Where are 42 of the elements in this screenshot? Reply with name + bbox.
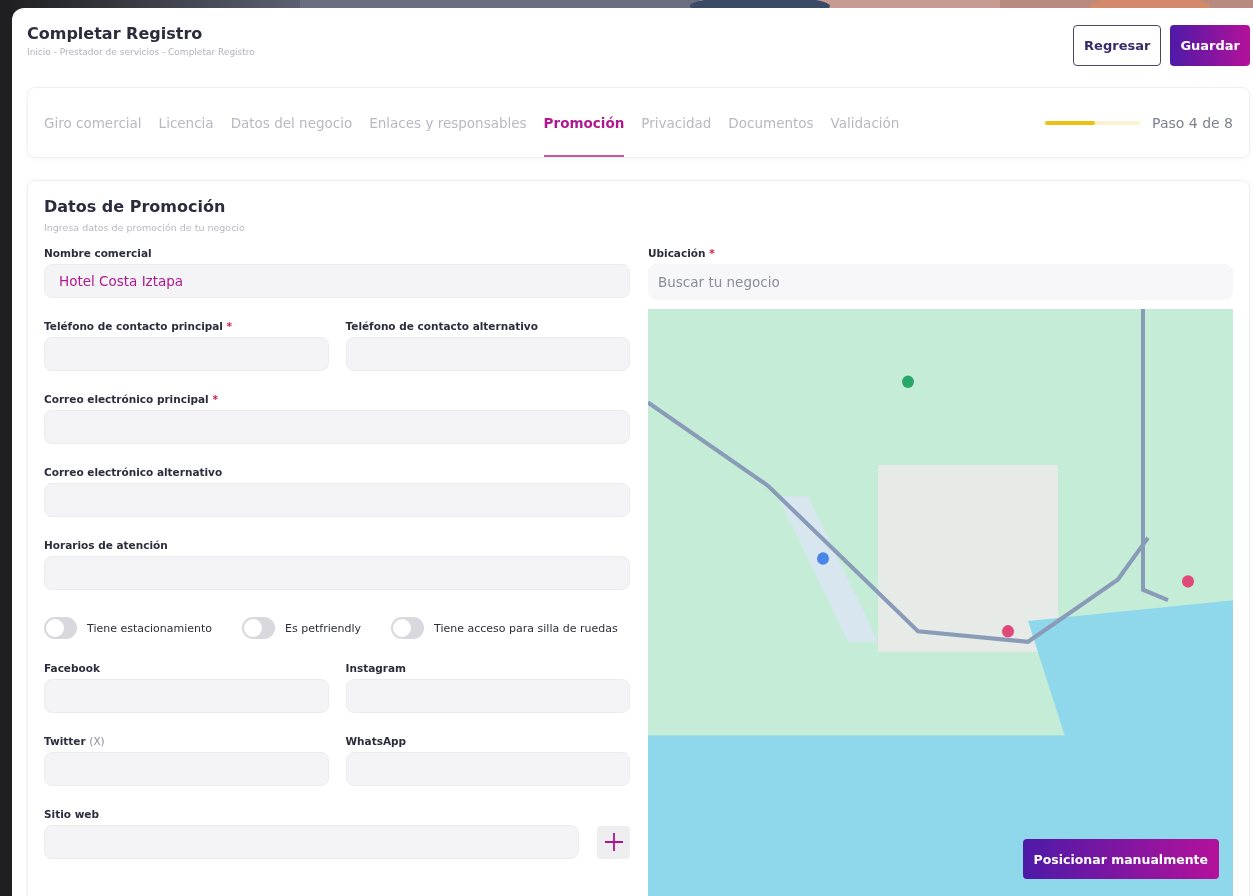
field-label: Twitter: [44, 735, 86, 747]
field-label: Horarios de atención: [44, 539, 168, 551]
toggle-switch[interactable]: [391, 617, 425, 639]
required-mark: *: [212, 393, 218, 405]
input-field[interactable]: Buscar tu negocio: [648, 264, 1233, 300]
input-field[interactable]: Hotel Costa Iztapa: [44, 264, 630, 298]
field-label: Instagram: [345, 662, 406, 674]
field-label: Correo electrónico alternativo: [44, 466, 223, 478]
toggle-label: Tiene estacionamiento: [87, 621, 213, 635]
step-tab[interactable]: Enlaces y responsables: [369, 88, 527, 157]
section-title: Datos de Promoción: [44, 197, 227, 216]
back-button[interactable]: Regresar: [1073, 25, 1162, 66]
add-button[interactable]: [597, 825, 630, 859]
toggle-switch[interactable]: [242, 617, 276, 639]
breadcrumb: Inicio - Prestador de servicios - Completar Registro: [27, 47, 255, 57]
step-tab[interactable]: Privacidad: [641, 88, 712, 157]
step-tab[interactable]: Giro comercial: [44, 88, 142, 157]
required-mark: *: [709, 247, 715, 259]
required-mark: *: [226, 320, 233, 332]
step-tab[interactable]: Licencia: [158, 88, 214, 157]
save-button[interactable]: Guardar: [1170, 25, 1250, 66]
step-tab[interactable]: Documentos: [728, 88, 814, 157]
field-label: Correo electrónico principal: [44, 393, 209, 405]
field-label: Teléfono de contacto principal: [44, 320, 223, 332]
field-label: Sitio web: [44, 808, 99, 820]
step-tab[interactable]: Validación: [830, 88, 900, 157]
field-label: Ubicación: [648, 247, 706, 259]
field-label: Nombre comercial: [44, 247, 152, 259]
plus-icon: [603, 832, 624, 852]
page-title: Completar Registro: [27, 24, 204, 43]
toggle-label: Tiene acceso para silla de ruedas: [434, 621, 618, 635]
position-button[interactable]: Posicionar manualmente: [1022, 839, 1219, 879]
field-label: Teléfono de contacto alternativo: [345, 320, 538, 332]
toggle-switch[interactable]: [44, 617, 77, 639]
section-subtitle: Ingresa datos de promoción de tu negocio: [44, 222, 246, 233]
step-tab[interactable]: Datos del negocio: [230, 88, 353, 157]
label-note: (X): [89, 735, 105, 747]
field-label: WhatsApp: [345, 735, 407, 747]
toggle-label: Es petfriendly: [285, 621, 362, 635]
step-tab[interactable]: Promoción: [543, 88, 625, 157]
step-counter: Paso 4 de 8: [1152, 114, 1233, 131]
field-label: Facebook: [44, 662, 100, 674]
